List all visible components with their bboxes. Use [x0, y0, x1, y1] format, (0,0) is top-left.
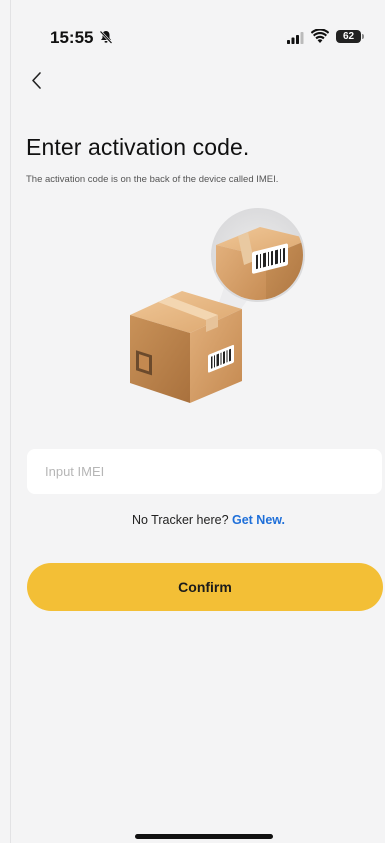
- bell-slash-icon: [99, 30, 113, 44]
- home-indicator: [135, 834, 273, 839]
- hint-text: No Tracker here?: [131, 513, 232, 527]
- get-new-link[interactable]: Get New.: [232, 513, 285, 527]
- page-subtitle: The activation code is on the back of th…: [26, 174, 279, 185]
- cellular-signal-icon: [287, 32, 304, 44]
- page-title: Enter activation code.: [26, 134, 250, 160]
- imei-input[interactable]: [27, 449, 382, 494]
- edge-divider: [10, 0, 11, 843]
- battery-icon: 62: [336, 30, 361, 43]
- chevron-left-icon: [32, 72, 41, 89]
- activation-screen: 15:55 62 Enter activation code. The acti…: [0, 0, 385, 843]
- status-time: 15:55: [50, 28, 94, 47]
- wifi-icon: [311, 29, 329, 43]
- battery-tip: [362, 34, 364, 39]
- get-new-hint: No Tracker here? Get New.: [16, 513, 385, 527]
- confirm-button[interactable]: Confirm: [27, 563, 383, 611]
- box-barcode-illustration: [130, 208, 305, 403]
- status-bar: 15:55 62: [0, 0, 385, 60]
- back-button[interactable]: [24, 66, 54, 96]
